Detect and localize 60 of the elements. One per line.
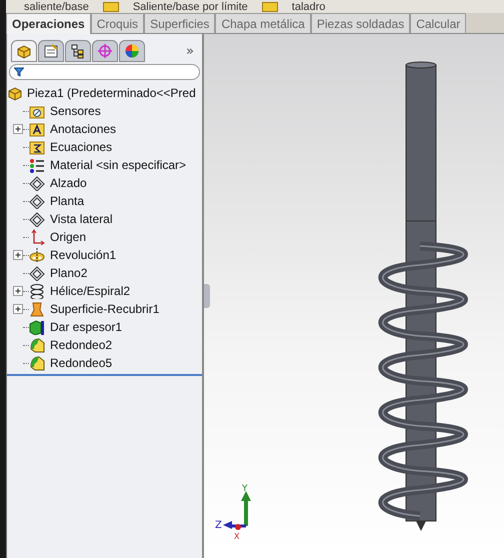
tree-item[interactable]: Origen — [50, 230, 86, 244]
feature-icon[interactable] — [262, 2, 278, 12]
more-tabs-button[interactable]: » — [186, 44, 198, 58]
helix-icon — [29, 283, 45, 299]
ribbon-tab[interactable]: Operaciones — [6, 13, 91, 34]
configuration-icon — [70, 43, 86, 59]
tree-item[interactable]: Anotaciones — [50, 122, 116, 136]
property-manager-icon — [43, 43, 59, 59]
crosshair-icon — [97, 43, 113, 59]
toolbar-label[interactable]: taladro — [292, 0, 326, 12]
expand-toggle-icon[interactable] — [13, 124, 23, 134]
plane-icon — [29, 175, 45, 191]
tree-item[interactable]: Revolución1 — [50, 248, 116, 262]
ribbon-tab[interactable]: Superficies — [144, 13, 216, 33]
feature-icon[interactable] — [102, 2, 119, 12]
part-icon — [7, 85, 23, 101]
tree-item[interactable]: Redondeo2 — [50, 338, 112, 352]
tree-item[interactable]: Superficie-Recubrir1 — [50, 302, 160, 316]
tree-item[interactable]: Pieza1 (Predeterminado<<Pred — [27, 86, 196, 100]
ribbon-tab[interactable]: Croquis — [90, 13, 144, 33]
expand-toggle-icon[interactable] — [13, 286, 23, 296]
axis-triad-drawing: Y Z X — [215, 484, 251, 541]
tree-item[interactable]: Vista lateral — [50, 212, 112, 226]
filter-icon — [14, 67, 24, 77]
tree-item[interactable]: Alzado — [50, 176, 87, 190]
ribbon-tab[interactable]: Chapa metálica — [215, 13, 311, 33]
ribbon-tab[interactable]: Piezas soldadas — [310, 13, 410, 33]
expand-toggle-icon[interactable] — [13, 304, 23, 314]
panel-tab[interactable] — [38, 40, 64, 62]
fillet-feature-icon — [29, 355, 45, 371]
tree-item[interactable]: Ecuaciones — [50, 140, 112, 154]
panel-tab[interactable] — [11, 40, 37, 62]
fillet-feature-icon — [29, 337, 45, 353]
material-icon — [29, 157, 45, 173]
filter-field[interactable] — [9, 64, 200, 80]
toolbar-label[interactable]: Saliente/base por límite — [132, 0, 248, 12]
tree-item[interactable]: Redondeo5 — [50, 356, 112, 370]
tree-item[interactable]: Sensores — [50, 104, 101, 118]
feature-tree-icon — [16, 43, 32, 59]
thicken-feature-icon — [29, 319, 45, 335]
plane-icon — [29, 265, 45, 281]
plane-icon — [29, 211, 45, 227]
equation-folder-icon — [29, 139, 45, 155]
panel-tab[interactable] — [65, 40, 91, 62]
origin-icon — [29, 229, 45, 245]
tree-item[interactable]: Planta — [50, 194, 84, 208]
tree-item[interactable]: Hélice/Espiral2 — [50, 284, 130, 298]
display-manager-icon — [124, 43, 140, 59]
surface-feature-icon — [29, 301, 45, 317]
tree-item[interactable]: Plano2 — [50, 266, 88, 280]
plane-icon — [29, 193, 45, 209]
panel-collapse-handle[interactable] — [204, 284, 210, 308]
panel-tab[interactable] — [119, 40, 145, 62]
tree-item[interactable]: Material <sin especificar> — [50, 158, 186, 172]
expand-toggle-icon[interactable] — [13, 250, 23, 260]
ribbon-tab[interactable]: Calcular — [410, 13, 466, 33]
annotation-folder-icon — [29, 121, 45, 137]
toolbar-label[interactable]: saliente/base — [24, 0, 89, 12]
tree-item[interactable]: Dar espesor1 — [50, 320, 122, 334]
revolve-feature-icon — [29, 247, 45, 263]
